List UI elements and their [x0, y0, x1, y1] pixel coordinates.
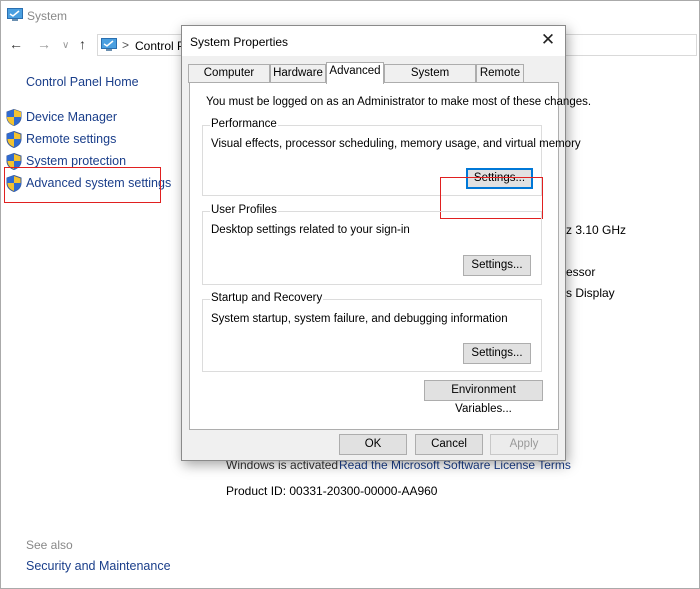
- chevron-right-icon: >: [122, 38, 130, 52]
- environment-variables-button[interactable]: Environment Variables...: [424, 380, 543, 415]
- back-arrow-icon[interactable]: ←: [9, 37, 23, 51]
- user-profiles-title: User Profiles: [210, 204, 278, 216]
- dialog-title: System Properties: [190, 35, 289, 49]
- tab-hardware[interactable]: Hardware: [270, 64, 326, 83]
- shield-icon: [6, 109, 22, 126]
- close-icon[interactable]: ✕: [539, 31, 557, 49]
- startup-recovery-group: Startup and Recovery System startup, sys…: [202, 292, 542, 372]
- apply-button[interactable]: Apply: [490, 434, 558, 455]
- see-also-heading: See also: [26, 538, 73, 552]
- processor-text: essor: [566, 265, 596, 279]
- breadcrumb-control-panel[interactable]: Control P: [135, 39, 185, 53]
- advanced-tab-panel: You must be logged on as an Administrato…: [189, 82, 591, 430]
- startup-recovery-title: Startup and Recovery: [210, 292, 324, 304]
- control-panel-icon: [101, 38, 117, 51]
- dialog-titlebar: System Properties ✕: [182, 26, 565, 56]
- shield-icon: [6, 131, 22, 148]
- ok-button[interactable]: OK: [339, 434, 407, 455]
- user-profiles-description: Desktop settings related to your sign-in: [211, 224, 410, 236]
- task-label[interactable]: Remote settings: [26, 132, 116, 146]
- cpu-speed-text: z 3.10 GHz: [566, 223, 627, 237]
- user-profiles-group: User Profiles Desktop settings related t…: [202, 204, 542, 285]
- admin-notice: You must be logged on as an Administrato…: [206, 96, 592, 108]
- task-label[interactable]: Device Manager: [26, 110, 117, 124]
- control-panel-home-link[interactable]: Control Panel Home: [26, 75, 139, 89]
- tab-advanced[interactable]: Advanced: [326, 62, 384, 84]
- startup-recovery-settings-button[interactable]: Settings...: [463, 343, 531, 364]
- highlight-advanced-settings: [4, 167, 161, 203]
- startup-recovery-description: System startup, system failure, and debu…: [211, 313, 508, 325]
- performance-title: Performance: [210, 118, 278, 130]
- window-title: System: [27, 9, 68, 23]
- performance-description: Visual effects, processor scheduling, me…: [211, 138, 581, 150]
- product-id: Product ID: 00331-20300-00000-AA960: [226, 484, 438, 498]
- system-monitor-icon: [7, 8, 23, 21]
- display-text: s Display: [566, 286, 615, 300]
- tab-remote[interactable]: Remote: [476, 64, 524, 83]
- tab-system-protection[interactable]: System Protection: [384, 64, 476, 96]
- user-profiles-settings-button[interactable]: Settings...: [463, 255, 531, 276]
- system-properties-dialog: System Properties ✕ Computer Name Hardwa…: [181, 25, 591, 461]
- up-arrow-icon[interactable]: ↑: [79, 37, 86, 51]
- security-maintenance-link[interactable]: Security and Maintenance: [26, 559, 171, 573]
- tab-computer-name[interactable]: Computer Name: [188, 64, 270, 96]
- left-pane: Control Panel Home Device Manager Remote…: [1, 61, 171, 581]
- forward-arrow-icon[interactable]: →: [37, 37, 51, 51]
- task-label[interactable]: System protection: [26, 154, 126, 168]
- chevron-down-icon[interactable]: ∨: [62, 39, 69, 53]
- cancel-button[interactable]: Cancel: [415, 434, 483, 455]
